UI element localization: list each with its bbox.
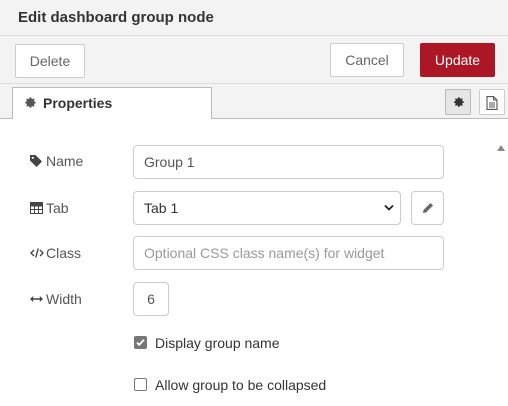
cancel-button[interactable]: Cancel	[330, 43, 404, 77]
display-group-name-label: Display group name	[155, 335, 280, 351]
edit-tab-button[interactable]	[411, 191, 444, 225]
arrows-h-icon	[30, 296, 43, 302]
chevron-down-icon	[384, 204, 394, 211]
width-input[interactable]: 6	[133, 282, 169, 316]
dialog-toolbar: Delete Cancel Update	[0, 36, 508, 84]
update-button[interactable]: Update	[420, 43, 495, 77]
name-input[interactable]	[133, 145, 444, 179]
display-group-name-checkbox[interactable]	[134, 336, 147, 349]
checkmark-icon	[136, 339, 145, 347]
pencil-icon	[423, 203, 433, 213]
tab-select[interactable]: Tab 1	[133, 191, 401, 225]
code-icon	[30, 248, 44, 258]
tab-properties[interactable]: Properties	[12, 87, 212, 119]
gear-icon	[454, 97, 464, 107]
delete-button[interactable]: Delete	[15, 44, 85, 78]
allow-collapse-checkbox[interactable]	[134, 378, 147, 391]
class-input[interactable]	[133, 236, 444, 270]
description-tab-button[interactable]	[479, 89, 505, 115]
allow-collapse-label: Allow group to be collapsed	[155, 377, 327, 393]
settings-tab-button[interactable]	[445, 89, 471, 115]
tab-bar: Properties	[0, 84, 508, 119]
gear-icon	[25, 97, 36, 108]
table-icon	[30, 202, 43, 214]
tab-properties-label: Properties	[43, 95, 113, 111]
dialog-title-bar: Edit dashboard group node	[0, 0, 508, 36]
tab-select-value: Tab 1	[144, 200, 179, 216]
document-icon	[486, 96, 498, 110]
scroll-up-arrow[interactable]	[496, 139, 506, 151]
tag-icon	[30, 155, 42, 167]
dialog-title: Edit dashboard group node	[18, 9, 214, 26]
